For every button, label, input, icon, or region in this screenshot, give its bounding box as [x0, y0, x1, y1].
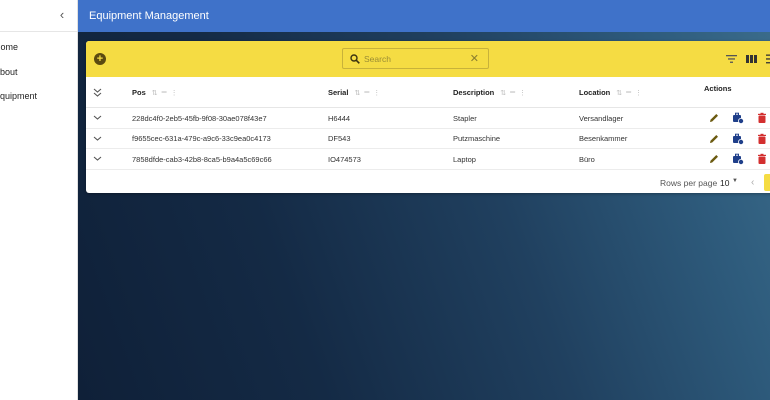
transfer-icon[interactable]	[732, 112, 744, 124]
cell-serial: IO474573	[328, 154, 361, 164]
table-header: Pos ⇅ ═ ⋮ Serial ⇅ ═ ⋮ Description ⇅ ═ ⋮ Location…	[86, 77, 770, 108]
sort-icon[interactable]: ⇅	[152, 89, 158, 97]
column-header-description[interactable]: Description ⇅ ═ ⋮	[453, 77, 526, 108]
sort-icon[interactable]: ⇅	[354, 89, 360, 97]
column-label: Location	[579, 88, 611, 97]
more-vert-icon[interactable]: ⋮	[171, 89, 178, 97]
delete-icon[interactable]	[756, 133, 768, 145]
sidebar-item-label: About	[0, 66, 18, 77]
edit-icon[interactable]	[708, 133, 720, 145]
transfer-icon[interactable]	[732, 153, 744, 165]
table-row[interactable]: 7858dfde-cab3-42b8-8ca5-b9a4a5c69c66 IO4…	[86, 149, 770, 170]
search-icon	[350, 53, 360, 64]
edit-icon[interactable]	[708, 112, 720, 124]
sidebar-item-home[interactable]: Home	[0, 35, 77, 60]
add-circle-icon[interactable]: +	[94, 53, 106, 65]
page-title: Equipment Management	[89, 10, 209, 22]
column-tools: ⇅ ═ ⋮	[152, 89, 178, 97]
chevron-left-icon[interactable]: ‹	[55, 8, 69, 22]
cell-description: Laptop	[453, 154, 476, 164]
cell-location: Besenkammer	[579, 134, 628, 143]
sidebar-item-label: Home	[0, 42, 19, 53]
search-box: ✕	[342, 48, 489, 69]
cell-location: Büro	[579, 154, 595, 164]
sidebar-item-about[interactable]: About	[0, 60, 77, 85]
expand-all-icon[interactable]	[93, 88, 102, 97]
column-header-location[interactable]: Location ⇅ ═ ⋮	[579, 77, 642, 108]
sidebar-nav: Home About Equipment	[0, 32, 77, 109]
table-toolbar: + ✕	[86, 41, 770, 77]
page-button[interactable]	[764, 174, 770, 191]
transfer-icon[interactable]	[732, 133, 744, 145]
more-vert-icon[interactable]: ⋮	[635, 89, 642, 97]
column-tools: ⇅ ═ ⋮	[500, 89, 526, 97]
sidebar: ‹ Home About Equipment	[0, 0, 78, 400]
rows-per-page-label: Rows per page	[660, 178, 718, 188]
close-icon[interactable]: ✕	[470, 53, 479, 65]
equipment-table-card: + ✕	[86, 41, 770, 193]
more-vert-icon[interactable]: ⋮	[519, 89, 526, 97]
cell-location: Versandlager	[579, 113, 624, 123]
cell-pos: 228dc4f0-2eb5-45fb-9f08-30ae078f43e7	[132, 113, 267, 123]
sort-icon[interactable]: ⇅	[500, 89, 506, 97]
sidebar-item-equipment[interactable]: Equipment	[0, 84, 77, 109]
sidebar-item-label: Equipment	[0, 91, 38, 102]
column-label: Serial	[328, 88, 349, 97]
column-header-pos[interactable]: Pos ⇅ ═ ⋮	[132, 77, 178, 108]
sort-icon[interactable]: ⇅	[616, 89, 622, 97]
cell-serial: H6444	[328, 113, 351, 123]
more-vert-icon[interactable]: ⋮	[373, 89, 380, 97]
table-row[interactable]: 228dc4f0-2eb5-45fb-9f08-30ae078f43e7 H64…	[86, 108, 770, 129]
cell-description: Stapler	[453, 113, 477, 123]
sidebar-header: ‹	[0, 0, 77, 32]
caret-down-icon[interactable]: ▼	[732, 178, 738, 184]
filter-list-icon[interactable]	[726, 54, 737, 64]
drag-handle-icon[interactable]: ═	[162, 89, 167, 96]
drag-handle-icon[interactable]: ═	[626, 89, 631, 96]
column-tools: ⇅ ═ ⋮	[354, 89, 380, 97]
delete-icon[interactable]	[756, 153, 768, 165]
column-label: Pos	[132, 88, 146, 97]
drag-handle-icon[interactable]: ═	[510, 89, 515, 96]
chevron-left-icon[interactable]: ‹	[751, 177, 754, 188]
cell-description: Putzmaschine	[453, 134, 501, 143]
column-label: Description	[453, 88, 495, 97]
column-header-actions: Actions	[704, 73, 732, 104]
app-bar: Equipment Management	[78, 0, 770, 32]
drag-handle-icon[interactable]: ═	[364, 89, 369, 96]
rows-per-page-select[interactable]: 10	[720, 178, 729, 188]
chevron-down-icon[interactable]	[93, 154, 102, 163]
search-input[interactable]	[364, 53, 464, 64]
density-icon[interactable]	[766, 54, 770, 64]
cell-serial: DF543	[328, 134, 351, 143]
column-label: Actions	[704, 84, 732, 93]
edit-icon[interactable]	[708, 153, 720, 165]
column-tools: ⇅ ═ ⋮	[616, 89, 642, 97]
cell-pos: f9655cec-631a-479c-a9c6-33c9ea0c4173	[132, 134, 271, 143]
chevron-down-icon[interactable]	[93, 134, 102, 143]
table-row[interactable]: f9655cec-631a-479c-a9c6-33c9ea0c4173 DF5…	[86, 129, 770, 149]
chevron-down-icon[interactable]	[93, 113, 102, 122]
cell-pos: 7858dfde-cab3-42b8-8ca5-b9a4a5c69c66	[132, 154, 272, 164]
table-pagination: Rows per page 10 ▼ ‹	[86, 173, 770, 193]
column-header-serial[interactable]: Serial ⇅ ═ ⋮	[328, 77, 380, 108]
view-column-icon[interactable]	[746, 54, 757, 64]
delete-icon[interactable]	[756, 112, 768, 124]
main-content: + ✕	[78, 32, 770, 400]
